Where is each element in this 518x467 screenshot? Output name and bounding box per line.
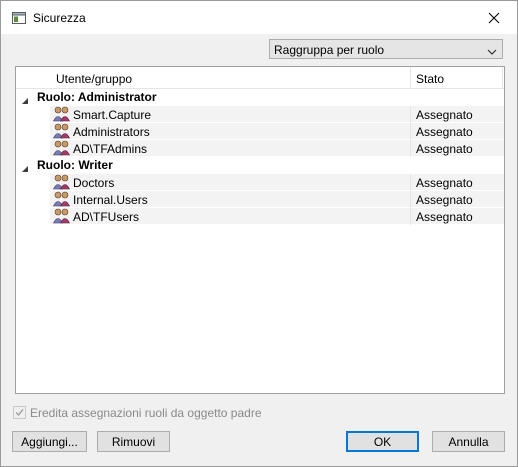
group-row-writer[interactable]: Ruolo: Writer — [16, 157, 504, 174]
ok-button[interactable]: OK — [346, 431, 419, 452]
column-user-group[interactable]: Utente/gruppo — [56, 72, 132, 86]
member-name: AD\TFUsers — [73, 210, 139, 224]
remove-button[interactable]: Rimuovi — [97, 431, 170, 452]
member-name: AD\TFAdmins — [73, 142, 148, 156]
security-dialog: Sicurezza Raggruppa per ruolo Utente/gru… — [0, 0, 518, 467]
member-state: Assegnato — [416, 125, 473, 139]
member-name: Doctors — [73, 176, 115, 190]
column-state[interactable]: Stato — [416, 72, 444, 86]
member-row[interactable]: AD\TFAdmins Assegnato — [50, 140, 504, 157]
member-name: Internal.Users — [73, 193, 148, 207]
member-row[interactable]: Internal.Users Assegnato — [50, 191, 504, 208]
member-state: Assegnato — [416, 142, 473, 156]
group-label: Ruolo: Writer — [37, 158, 113, 172]
member-name: Administrators — [73, 125, 150, 139]
role-assignments-tree[interactable]: Utente/gruppo Stato Ruolo: Administrator… — [15, 66, 505, 394]
member-state: Assegnato — [416, 176, 473, 190]
member-row[interactable]: AD\TFUsers Assegnato — [50, 208, 504, 225]
cell-divider — [410, 208, 411, 225]
cell-divider — [410, 191, 411, 208]
member-state: Assegnato — [416, 210, 473, 224]
group-row-administrator[interactable]: Ruolo: Administrator — [16, 89, 504, 106]
cell-divider — [410, 140, 411, 157]
column-divider[interactable] — [502, 67, 503, 88]
column-header: Utente/gruppo Stato — [16, 67, 504, 89]
group-by-dropdown[interactable]: Raggruppa per ruolo — [269, 39, 503, 59]
column-divider[interactable] — [410, 67, 411, 88]
cancel-button[interactable]: Annulla — [432, 431, 505, 452]
window-title: Sicurezza — [33, 11, 86, 25]
window-icon — [12, 12, 26, 27]
member-row[interactable]: Administrators Assegnato — [50, 123, 504, 140]
group-by-value: Raggruppa per ruolo — [274, 43, 385, 57]
cell-divider — [410, 123, 411, 140]
title-bar: Sicurezza — [1, 1, 517, 34]
collapse-triangle-icon[interactable] — [22, 94, 29, 108]
cell-divider — [410, 106, 411, 123]
add-button[interactable]: Aggiungi... — [12, 431, 87, 452]
close-icon[interactable] — [471, 1, 517, 34]
user-group-icon — [53, 208, 71, 227]
member-row[interactable]: Doctors Assegnato — [50, 174, 504, 191]
member-state: Assegnato — [416, 193, 473, 207]
member-name: Smart.Capture — [73, 108, 152, 122]
group-label: Ruolo: Administrator — [37, 90, 157, 104]
inherit-roles-label: Eredita assegnazioni ruoli da oggetto pa… — [30, 406, 262, 420]
chevron-down-icon — [487, 45, 497, 59]
cell-divider — [410, 174, 411, 191]
member-state: Assegnato — [416, 108, 473, 122]
member-row[interactable]: Smart.Capture Assegnato — [50, 106, 504, 123]
collapse-triangle-icon[interactable] — [22, 162, 29, 176]
checkbox-box[interactable] — [13, 406, 26, 419]
